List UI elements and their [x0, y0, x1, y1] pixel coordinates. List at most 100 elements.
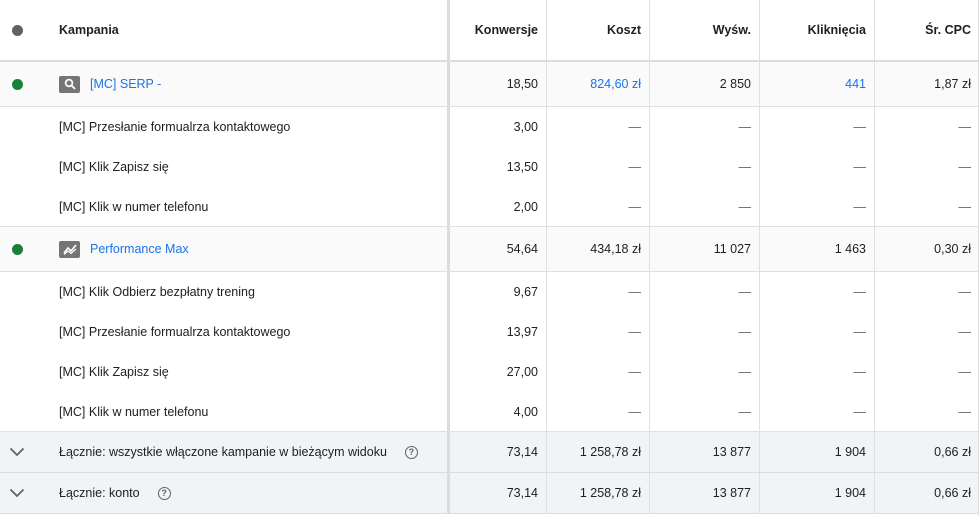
- help-icon[interactable]: ?: [404, 445, 418, 459]
- cost-cell: 1 258,78 zł: [546, 473, 649, 513]
- impressions-cell: —: [649, 107, 759, 147]
- conversion-action-row: [MC] Klik w numer telefonu 2,00 — — — —: [0, 187, 979, 227]
- conversions-cell: 73,14: [447, 473, 546, 513]
- enabled-status-icon: [11, 78, 23, 90]
- conversions-cell: 3,00: [447, 107, 546, 147]
- clicks-cell: 1 904: [759, 473, 874, 513]
- total-label: Łącznie: konto: [59, 486, 140, 500]
- cost-cell: —: [546, 107, 649, 147]
- total-label-cell: Łącznie: wszystkie włączone kampanie w b…: [34, 432, 447, 472]
- avg-cpc-cell: 1,87 zł: [874, 62, 979, 106]
- status-cell: [0, 392, 34, 431]
- avg-cpc-cell: —: [874, 147, 979, 187]
- clicks-cell: 1 904: [759, 432, 874, 472]
- help-icon[interactable]: ?: [157, 486, 171, 500]
- conversions-cell: 18,50: [447, 62, 546, 106]
- campaign-name-cell: Performance Max: [34, 227, 447, 271]
- avg-cpc-column-header[interactable]: Śr. CPC: [874, 0, 979, 60]
- status-cell: [0, 352, 34, 392]
- campaign-column-header[interactable]: Kampania: [34, 0, 447, 60]
- impressions-column-header[interactable]: Wyśw.: [649, 0, 759, 60]
- impressions-cell: 13 877: [649, 432, 759, 472]
- cost-cell: 434,18 zł: [546, 227, 649, 271]
- campaign-link[interactable]: Performance Max: [90, 242, 189, 256]
- total-row-account: Łącznie: konto? 73,14 1 258,78 zł 13 877…: [0, 473, 979, 514]
- clicks-column-header[interactable]: Kliknięcia: [759, 0, 874, 60]
- avg-cpc-cell: —: [874, 272, 979, 312]
- conversion-action-row: [MC] Klik Zapisz się 13,50 — — — —: [0, 147, 979, 187]
- chevron-down-icon: [9, 447, 25, 457]
- cost-cell: 1 258,78 zł: [546, 432, 649, 472]
- cost-cell: —: [546, 272, 649, 312]
- search-icon: [59, 75, 80, 93]
- clicks-cell: —: [759, 312, 874, 352]
- avg-cpc-cell: —: [874, 352, 979, 392]
- table-row: Performance Max 54,64 434,18 zł 11 027 1…: [0, 227, 979, 272]
- impressions-cell: —: [649, 312, 759, 352]
- avg-cpc-cell: —: [874, 187, 979, 226]
- status-cell: [0, 272, 34, 312]
- conversion-action-name: [MC] Przesłanie formualrza kontaktowego: [59, 120, 291, 134]
- total-label: Łącznie: wszystkie włączone kampanie w b…: [59, 445, 387, 459]
- conversions-column-header[interactable]: Konwersje: [447, 0, 546, 60]
- conversion-action-name: [MC] Klik w numer telefonu: [59, 199, 209, 214]
- conversions-cell: 73,14: [447, 432, 546, 472]
- impressions-cell: —: [649, 187, 759, 226]
- expand-button[interactable]: [0, 432, 34, 472]
- conversions-cell: 4,00: [447, 392, 546, 431]
- impressions-cell: —: [649, 352, 759, 392]
- clicks-cell: —: [759, 352, 874, 392]
- conversions-cell: 54,64: [447, 227, 546, 271]
- conversions-cell: 2,00: [447, 187, 546, 226]
- status-column-header[interactable]: [0, 0, 34, 60]
- avg-cpc-cell: —: [874, 107, 979, 147]
- conversions-cell: 13,97: [447, 312, 546, 352]
- conversion-action-name: [MC] Klik Zapisz się: [59, 160, 169, 174]
- conversion-action-row: [MC] Przesłanie formualrza kontaktowego …: [0, 107, 979, 147]
- clicks-cell: —: [759, 187, 874, 226]
- cost-cell: —: [546, 187, 649, 226]
- conversion-action-row: [MC] Klik w numer telefonu 4,00 — — — —: [0, 392, 979, 432]
- conversion-action-name: [MC] Klik Zapisz się: [59, 365, 169, 379]
- status-cell: [0, 107, 34, 147]
- conversions-cell: 13,50: [447, 147, 546, 187]
- clicks-cell: —: [759, 392, 874, 431]
- impressions-cell: —: [649, 392, 759, 431]
- status-cell[interactable]: [0, 62, 34, 106]
- status-cell: [0, 312, 34, 352]
- conversion-action-name: [MC] Klik Odbierz bezpłatny trening: [59, 285, 255, 299]
- clicks-cell[interactable]: 441: [759, 62, 874, 106]
- conversions-cell: 9,67: [447, 272, 546, 312]
- cost-column-header[interactable]: Koszt: [546, 0, 649, 60]
- avg-cpc-cell: 0,66 zł: [874, 432, 979, 472]
- cost-cell: —: [546, 312, 649, 352]
- cost-cell: —: [546, 352, 649, 392]
- clicks-cell: 1 463: [759, 227, 874, 271]
- campaign-table: Kampania Konwersje Koszt Wyśw. Kliknięci…: [0, 0, 979, 514]
- campaign-link[interactable]: [MC] SERP -: [90, 77, 161, 91]
- conversion-action-name: [MC] Klik w numer telefonu: [59, 404, 209, 419]
- conversion-action-row: [MC] Przesłanie formualrza kontaktowego …: [0, 312, 979, 352]
- status-cell[interactable]: [0, 227, 34, 271]
- impressions-cell: —: [649, 147, 759, 187]
- enabled-status-icon: [11, 243, 23, 255]
- expand-button[interactable]: [0, 473, 34, 513]
- campaign-name-cell: [MC] SERP -: [34, 62, 447, 106]
- chevron-down-icon: [9, 488, 25, 498]
- cost-cell: —: [546, 392, 649, 431]
- impressions-cell: 13 877: [649, 473, 759, 513]
- impressions-cell: 11 027: [649, 227, 759, 271]
- clicks-cell: —: [759, 272, 874, 312]
- conversions-cell: 27,00: [447, 352, 546, 392]
- cost-cell[interactable]: 824,60 zł: [546, 62, 649, 106]
- conversion-action-name: [MC] Przesłanie formualrza kontaktowego: [59, 325, 291, 339]
- total-row-enabled-campaigns: Łącznie: wszystkie włączone kampanie w b…: [0, 432, 979, 473]
- impressions-cell: 2 850: [649, 62, 759, 106]
- table-header: Kampania Konwersje Koszt Wyśw. Kliknięci…: [0, 0, 979, 62]
- avg-cpc-cell: —: [874, 392, 979, 431]
- status-cell: [0, 147, 34, 187]
- conversion-action-row: [MC] Klik Zapisz się 27,00 — — — —: [0, 352, 979, 392]
- clicks-cell: —: [759, 107, 874, 147]
- status-dot-icon: [11, 24, 23, 36]
- conversion-action-row: [MC] Klik Odbierz bezpłatny trening 9,67…: [0, 272, 979, 312]
